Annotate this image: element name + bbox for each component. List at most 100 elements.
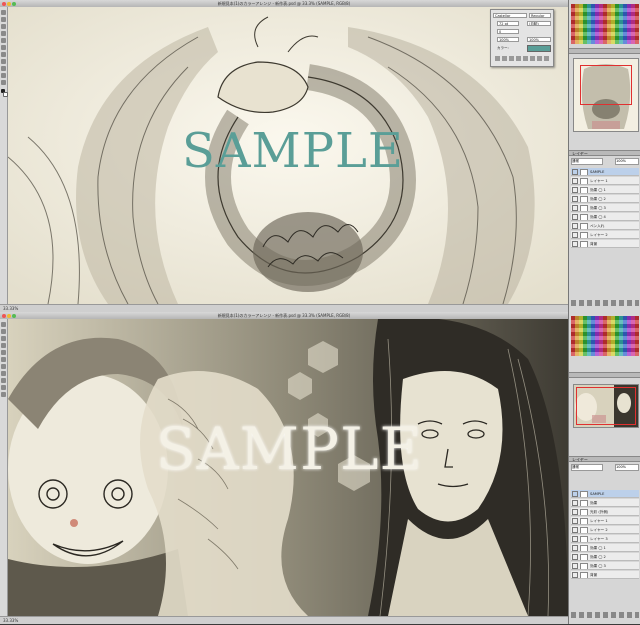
marquee-tool-icon[interactable] [1, 329, 6, 334]
eye-icon[interactable] [572, 518, 578, 524]
eye-icon[interactable] [572, 223, 578, 229]
horizontal-scale-field[interactable]: 100% [527, 37, 551, 42]
close-icon[interactable] [2, 2, 6, 6]
eye-icon[interactable] [572, 563, 578, 569]
eye-icon[interactable] [572, 536, 578, 542]
eraser-tool-icon[interactable] [1, 357, 6, 362]
vertical-scale-field[interactable]: 100% [497, 37, 519, 42]
eye-icon[interactable] [572, 491, 578, 497]
hand-tool-icon[interactable] [1, 385, 6, 390]
minimize-icon[interactable] [7, 314, 11, 318]
bottom-window-titlebar[interactable]: 新規見本(1)のカラーアレンジ - 新作表.psd @ 33.3% (SAMPL… [0, 312, 568, 319]
layer-row[interactable]: SAMPLE [571, 490, 639, 498]
move-tool-icon[interactable] [1, 10, 6, 15]
marquee-tool-icon[interactable] [1, 17, 6, 22]
layer-row[interactable]: ペン入れ [571, 222, 639, 230]
eye-icon[interactable] [572, 214, 578, 220]
layers-tab[interactable]: レイヤー [569, 456, 640, 462]
navigator-tab[interactable] [569, 372, 640, 378]
layer-row[interactable]: 効果 ◯ 2 [571, 195, 639, 203]
text-color-swatch[interactable] [527, 45, 551, 52]
layer-action-buttons[interactable] [571, 300, 639, 306]
crop-tool-icon[interactable] [1, 343, 6, 348]
layer-row[interactable]: レイヤー 3 [571, 535, 639, 543]
swatch-grid-overlay [571, 316, 639, 356]
layer-row[interactable]: 光彩 (外側) [571, 508, 639, 516]
font-size-field[interactable]: 72 pt [497, 21, 519, 26]
layers-tab[interactable]: レイヤー [569, 150, 640, 156]
layer-row[interactable]: レイヤー 2 [571, 526, 639, 534]
zoom-tool-icon[interactable] [1, 80, 6, 85]
layer-thumbnail [580, 204, 588, 211]
eye-icon[interactable] [572, 527, 578, 533]
eye-icon[interactable] [572, 232, 578, 238]
layer-action-buttons[interactable] [571, 612, 639, 618]
opacity-field[interactable]: 100% [615, 464, 639, 471]
lasso-tool-icon[interactable] [1, 336, 6, 341]
layer-row[interactable]: 効果 ◯ 3 [571, 562, 639, 570]
minimize-icon[interactable] [7, 2, 11, 6]
layer-thumbnail [580, 544, 588, 551]
navigator-thumbnail[interactable] [573, 58, 639, 132]
eraser-tool-icon[interactable] [1, 45, 6, 50]
layer-row[interactable]: レイヤー 2 [571, 231, 639, 239]
top-canvas-artwork[interactable]: SAMPLE [8, 7, 568, 304]
eye-icon[interactable] [572, 169, 578, 175]
tracking-field[interactable]: 0 [497, 29, 519, 34]
navigator-view-box[interactable] [576, 387, 636, 425]
eye-icon[interactable] [572, 187, 578, 193]
zoom-level[interactable]: 33.33% [3, 306, 18, 311]
zoom-tool-icon[interactable] [1, 392, 6, 397]
text-style-buttons[interactable] [495, 56, 549, 61]
close-icon[interactable] [2, 314, 6, 318]
layer-row[interactable]: 効果 ◯ 3 [571, 204, 639, 212]
navigator-view-box[interactable] [580, 65, 632, 105]
eye-icon[interactable] [572, 509, 578, 515]
font-style-field[interactable]: Regular [529, 13, 551, 18]
gradient-tool-icon[interactable] [1, 52, 6, 57]
zoom-icon[interactable] [12, 314, 16, 318]
layer-row[interactable]: 効果 [571, 499, 639, 507]
font-family-field[interactable]: Castellar [493, 13, 527, 18]
navigator-tab[interactable] [569, 48, 640, 54]
eye-icon[interactable] [572, 554, 578, 560]
top-window-titlebar[interactable]: 新規見本(1)のカラーアレンジ - 新作表.psd @ 33.3% (SAMPL… [0, 0, 568, 7]
lasso-tool-icon[interactable] [1, 24, 6, 29]
pen-tool-icon[interactable] [1, 59, 6, 64]
blend-mode-select[interactable]: 通常 [571, 464, 603, 471]
layer-row[interactable]: 背景 [571, 240, 639, 248]
zoom-icon[interactable] [12, 2, 16, 6]
eye-icon[interactable] [572, 241, 578, 247]
layer-row[interactable]: 効果 ◯ 4 [571, 213, 639, 221]
brush-tool-icon[interactable] [1, 38, 6, 43]
layer-thumbnail [580, 526, 588, 533]
layer-row[interactable]: SAMPLE [571, 168, 639, 176]
move-tool-icon[interactable] [1, 322, 6, 327]
eye-icon[interactable] [572, 178, 578, 184]
layer-row[interactable]: 効果 ◯ 1 [571, 186, 639, 194]
leading-field[interactable]: (自動) [527, 21, 551, 26]
layer-row[interactable]: 効果 ◯ 1 [571, 544, 639, 552]
layer-row[interactable]: レイヤー 1 [571, 177, 639, 185]
hand-tool-icon[interactable] [1, 73, 6, 78]
eye-icon[interactable] [572, 196, 578, 202]
gradient-tool-icon[interactable] [1, 364, 6, 369]
brush-tool-icon[interactable] [1, 350, 6, 355]
blend-mode-select[interactable]: 通常 [571, 158, 603, 165]
pen-tool-icon[interactable] [1, 371, 6, 376]
eye-icon[interactable] [572, 205, 578, 211]
bottom-canvas-artwork[interactable]: SAMPLE [8, 319, 568, 616]
layer-row[interactable]: 効果 ◯ 2 [571, 553, 639, 561]
layer-thumbnail [580, 240, 588, 247]
eye-icon[interactable] [572, 545, 578, 551]
eye-icon[interactable] [572, 572, 578, 578]
opacity-field[interactable]: 100% [615, 158, 639, 165]
type-tool-icon[interactable] [1, 378, 6, 383]
navigator-thumbnail[interactable] [573, 384, 639, 428]
crop-tool-icon[interactable] [1, 31, 6, 36]
type-tool-icon[interactable] [1, 66, 6, 71]
layer-row[interactable]: 背景 [571, 571, 639, 579]
zoom-level[interactable]: 33.33% [3, 618, 18, 623]
eye-icon[interactable] [572, 500, 578, 506]
layer-row[interactable]: レイヤー 1 [571, 517, 639, 525]
